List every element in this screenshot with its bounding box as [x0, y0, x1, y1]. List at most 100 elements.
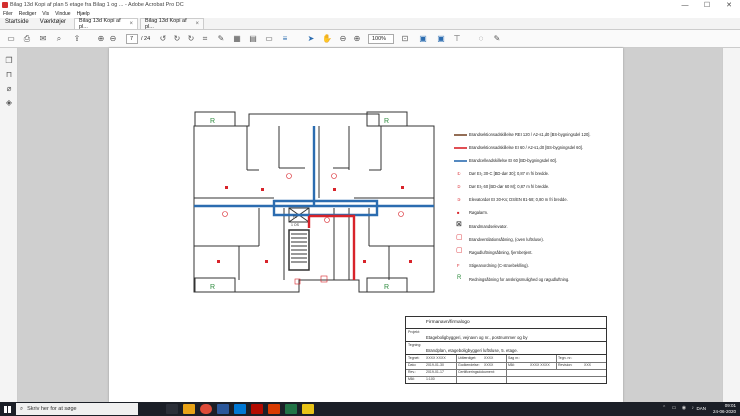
legend-item: Brandcelleadskillelse EI 60 [BD-bygnings… [469, 158, 558, 163]
door-60-icon: ② [457, 184, 461, 189]
menu-help[interactable]: Hjælp [77, 11, 90, 17]
excel-icon[interactable] [285, 404, 297, 414]
language-indicator[interactable]: DAN [696, 406, 706, 411]
tb-cell: Certificeringsdokument: [458, 370, 495, 374]
legend-item: Røgudluftningsåbning, fjernbetjent. [469, 250, 533, 255]
zoom-in-icon[interactable]: ⊕ [352, 34, 362, 44]
combine-icon[interactable]: ▣ [436, 34, 446, 44]
taskbar: ⌕ Skriv her for at søge ⌃ ▭ ◉ ♪ DAN 09:0… [0, 402, 740, 416]
close-button[interactable]: ✕ [718, 0, 740, 10]
zoom-select[interactable]: 100% [368, 34, 394, 44]
legend-item: Dør EI₂ 60 [BD-dør 60 M]; 0,87 m fri bre… [469, 184, 550, 189]
cursor-icon[interactable]: ➤ [306, 34, 316, 44]
crop-icon[interactable]: ⌗ [200, 34, 210, 44]
layers-icon[interactable]: ◈ [4, 98, 14, 108]
tab-bar: Startside Værktøjer Bilag 13d Kopi af pl… [0, 18, 740, 30]
task-view-icon[interactable] [166, 404, 178, 414]
maximize-button[interactable]: ☐ [696, 0, 718, 10]
clock[interactable]: 09:01 24-06-2020 [713, 403, 736, 415]
right-panel [722, 48, 740, 402]
project-name: Etageboligbyggeri, vejnavn og nr., postn… [426, 335, 528, 340]
elevator-label: FL [293, 215, 297, 219]
smoke-alarm-icon: ■ [457, 210, 460, 215]
bookmark-icon[interactable]: ⊓ [4, 70, 14, 80]
acrobat-icon [2, 2, 8, 8]
tb-cell: 2019-01-17 [426, 370, 444, 374]
tb-cell: XXXX XXXX [530, 363, 550, 367]
page-number-input[interactable]: 7 [126, 34, 138, 44]
tb-cell: XXXX [484, 356, 494, 360]
close-tab-icon[interactable]: × [196, 21, 200, 27]
tb-cell: Dato: [408, 363, 417, 367]
highlight-icon[interactable]: ≡ [280, 34, 290, 44]
tb-cell: Udfærdiget: [458, 356, 477, 360]
legend-item: Dør EI₂ 30-C [BD-dør 30]; 0,87 m fri bre… [469, 171, 550, 176]
file-explorer-icon[interactable] [183, 404, 195, 414]
pen-icon[interactable]: ✎ [492, 34, 502, 44]
monitor-icon[interactable]: ▭ [264, 34, 274, 44]
organize-icon[interactable]: ▦ [232, 34, 242, 44]
firm-name: Firmanavn/firmalogo [426, 320, 470, 325]
rescue-opening-icon: R [457, 275, 462, 281]
doc-tab-active[interactable]: Bilag 13d Kopi af pl... × [74, 18, 139, 30]
rotate-icon[interactable]: ↻ [186, 34, 196, 44]
acrobat-icon[interactable] [251, 404, 263, 414]
legend-item: Brandsektionsadskillelse REI 120 / A2-s1… [469, 132, 591, 137]
drawing-title: Brandplan, etageboligbyggeri luftsluse, … [426, 348, 518, 353]
clock-date: 24-06-2020 [712, 409, 736, 414]
save-icon[interactable]: ▭ [6, 34, 16, 44]
system-tray-icons[interactable]: ⌃ ▭ ◉ ♪ [662, 405, 696, 411]
minimize-button[interactable]: — [674, 0, 696, 10]
legend-item: Røgalarm. [469, 210, 489, 215]
tb-cell: Mål: [508, 363, 515, 367]
tb-cell: Mål: [408, 377, 415, 381]
lift-label: 1 OS [291, 223, 300, 227]
tb-cell: Tegn. nr.: [558, 356, 573, 360]
close-tab-icon[interactable]: × [130, 21, 134, 27]
title-block: Firmanavn/firmalogo Projekt: Etageboligb… [405, 316, 607, 384]
upload-icon[interactable]: ⇪ [72, 34, 82, 44]
export-icon[interactable]: ▣ [418, 34, 428, 44]
legend-item: Brandsektionsadskillelse EI 60 / A2-s1,d… [469, 145, 584, 150]
door-30-icon: ① [457, 171, 461, 176]
taskbar-search[interactable]: ⌕ Skriv her for at søge [16, 403, 138, 415]
smoke-vent-icon: ▢ [456, 247, 463, 254]
print-icon[interactable]: ⎙ [22, 34, 32, 44]
tb-cell: Godkendelse: [458, 363, 480, 367]
attachment-icon[interactable]: ⌀ [4, 84, 14, 94]
hand-icon[interactable]: ✋ [322, 34, 332, 44]
window-title: Bilag 13d Kopi af plan 5 etage fra Bilag… [10, 2, 184, 8]
legend-item: Brandventilationsåbning, (oven luftsluse… [469, 237, 544, 242]
drawing-label: Tegning: [408, 343, 422, 347]
search-icon: ⌕ [20, 405, 24, 412]
vent-opening-icon: ▢ [456, 234, 463, 241]
chrome-icon[interactable] [200, 404, 212, 414]
notes-icon[interactable] [302, 404, 314, 414]
rotate-right-icon[interactable]: ↻ [172, 34, 182, 44]
tb-cell: Tegnet: [408, 356, 420, 360]
stamp-icon[interactable]: ⊤ [452, 34, 462, 44]
tab-home[interactable]: Startside [0, 17, 35, 29]
page-down-icon[interactable]: ⊖ [108, 34, 118, 44]
sign-icon[interactable]: ✎ [216, 34, 226, 44]
word-icon[interactable] [217, 404, 229, 414]
windows-start-button[interactable] [0, 402, 14, 416]
email-icon[interactable]: ✉ [38, 34, 48, 44]
elevator-door-icon: ③ [457, 197, 461, 202]
zoom-out-icon[interactable]: ⊖ [338, 34, 348, 44]
powerpoint-icon[interactable] [268, 404, 280, 414]
rotate-left-icon[interactable]: ↺ [158, 34, 168, 44]
outlook-icon[interactable] [234, 404, 246, 414]
tb-cell: Rev.: [408, 370, 416, 374]
page-up-icon[interactable]: ⊕ [96, 34, 106, 44]
tab-tools[interactable]: Værktøjer [35, 17, 72, 29]
doc-tab[interactable]: Bilag 13d Kopi af pl... × [140, 18, 205, 30]
edit-icon[interactable]: ▤ [248, 34, 258, 44]
comment-icon[interactable]: ◌ [476, 34, 486, 44]
pages-icon[interactable]: ❐ [4, 56, 14, 66]
legend-item: Elevatordør EI 30-Ks; DS/EN 81-58; 0,80 … [469, 197, 568, 202]
search-icon[interactable]: ⌕ [54, 34, 64, 44]
fit-page-icon[interactable]: ⊡ [400, 34, 410, 44]
project-label: Projekt: [408, 330, 420, 334]
rescue-mark: R [210, 284, 215, 291]
